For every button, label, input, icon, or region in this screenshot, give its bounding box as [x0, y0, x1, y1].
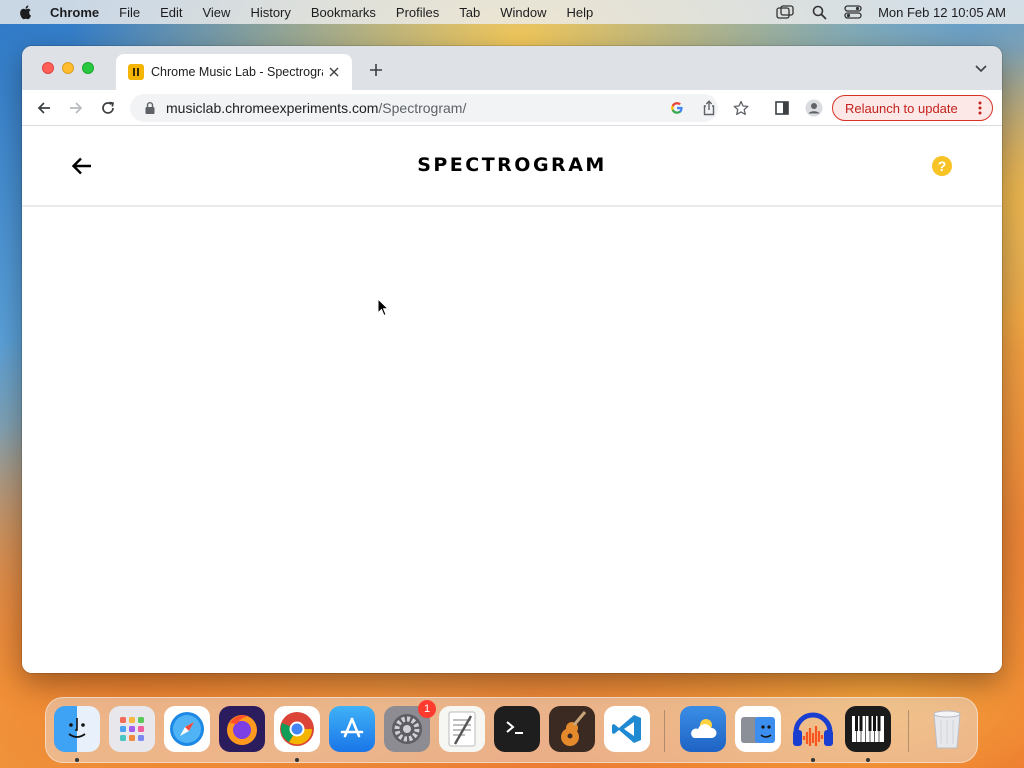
url-text[interactable]: musiclab.chromeexperiments.com/Spectrogr…: [166, 100, 466, 116]
textedit-icon[interactable]: [439, 706, 485, 752]
spotlight-search-icon[interactable]: [810, 4, 828, 20]
profile-avatar-icon[interactable]: [804, 98, 824, 118]
safari-icon[interactable]: [164, 706, 210, 752]
menu-help[interactable]: Help: [567, 5, 594, 20]
menu-tab[interactable]: Tab: [459, 5, 480, 20]
notification-badge: 1: [418, 700, 436, 718]
reload-icon[interactable]: [98, 98, 118, 118]
running-indicator: [811, 758, 815, 762]
control-center-icon[interactable]: [844, 4, 862, 20]
mouse-cursor-icon: [377, 298, 389, 317]
vscode-icon[interactable]: [604, 706, 650, 752]
firefox-icon[interactable]: [219, 706, 265, 752]
bookmark-star-icon[interactable]: [733, 100, 749, 116]
relaunch-label: Relaunch to update: [845, 100, 958, 116]
side-panel-icon[interactable]: [772, 98, 792, 118]
address-bar[interactable]: musiclab.chromeexperiments.com/Spectrogr…: [130, 94, 749, 122]
share-icon[interactable]: [701, 100, 717, 116]
finder-icon[interactable]: [54, 706, 100, 752]
google-lens-icon[interactable]: [669, 100, 685, 116]
page-header: SPECTROGRAM ?: [22, 126, 1002, 207]
menu-edit[interactable]: Edit: [160, 5, 182, 20]
window-switcher-icon[interactable]: [776, 4, 794, 20]
chrome-icon[interactable]: [274, 706, 320, 752]
menubar-status-area: Mon Feb 12 10:05 AM: [776, 0, 1024, 24]
music-lab-favicon-icon: [128, 64, 144, 80]
tab-close-icon[interactable]: [326, 64, 342, 80]
apple-menu-icon[interactable]: [18, 4, 34, 20]
tab-strip: Chrome Music Lab - Spectrogram: [22, 46, 1002, 90]
dock-separator: [664, 710, 665, 752]
garageband-icon[interactable]: [549, 706, 595, 752]
app-store-icon[interactable]: [329, 706, 375, 752]
running-indicator: [866, 758, 870, 762]
tab-search-chevron-icon[interactable]: [974, 64, 988, 74]
terminal-icon[interactable]: [494, 706, 540, 752]
running-indicator: [295, 758, 299, 762]
close-window-button[interactable]: [42, 62, 54, 74]
weather-icon[interactable]: [680, 706, 726, 752]
tab-title: Chrome Music Lab - Spectrogram: [151, 65, 323, 79]
help-icon[interactable]: ?: [932, 156, 952, 176]
back-nav-icon[interactable]: [34, 98, 54, 118]
menu-history[interactable]: History: [250, 5, 290, 20]
piano-icon[interactable]: [845, 706, 891, 752]
browser-toolbar: musiclab.chromeexperiments.com/Spectrogr…: [22, 90, 1002, 126]
minimize-window-button[interactable]: [62, 62, 74, 74]
running-indicator: [75, 758, 79, 762]
dock: 1: [45, 697, 978, 763]
zoom-window-button[interactable]: [82, 62, 94, 74]
relaunch-to-update-button[interactable]: Relaunch to update: [832, 95, 993, 121]
new-tab-icon[interactable]: [368, 62, 384, 78]
chrome-window: Chrome Music Lab - Spectrogram musiclab.…: [22, 46, 1002, 673]
menu-app-name[interactable]: Chrome: [50, 5, 99, 20]
menu-bar: Chrome File Edit View History Bookmarks …: [0, 0, 1024, 24]
system-preferences-icon[interactable]: 1: [384, 700, 436, 752]
dock-separator: [908, 710, 909, 752]
launchpad-icon[interactable]: [109, 706, 155, 752]
menu-view[interactable]: View: [202, 5, 230, 20]
spectrogram-page: SPECTROGRAM ?: [22, 126, 1002, 673]
migration-assistant-icon[interactable]: [735, 706, 781, 752]
menu-file[interactable]: File: [119, 5, 140, 20]
lock-icon[interactable]: [144, 101, 156, 115]
trash-icon[interactable]: [924, 706, 970, 752]
tab-chrome-music-lab[interactable]: Chrome Music Lab - Spectrogram: [116, 54, 352, 90]
forward-nav-icon[interactable]: [66, 98, 86, 118]
page-title: SPECTROGRAM: [417, 154, 607, 176]
menubar-clock[interactable]: Mon Feb 12 10:05 AM: [878, 5, 1006, 20]
menu-bookmarks[interactable]: Bookmarks: [311, 5, 376, 20]
url-path: /Spectrogram/: [378, 100, 467, 116]
menu-profiles[interactable]: Profiles: [396, 5, 439, 20]
url-domain: musiclab.chromeexperiments.com: [166, 100, 379, 116]
browser-menu-kebab-icon[interactable]: [978, 101, 982, 115]
spectrogram-canvas-area[interactable]: [22, 209, 1002, 673]
audacity-icon[interactable]: [790, 706, 836, 752]
menu-window[interactable]: Window: [500, 5, 546, 20]
